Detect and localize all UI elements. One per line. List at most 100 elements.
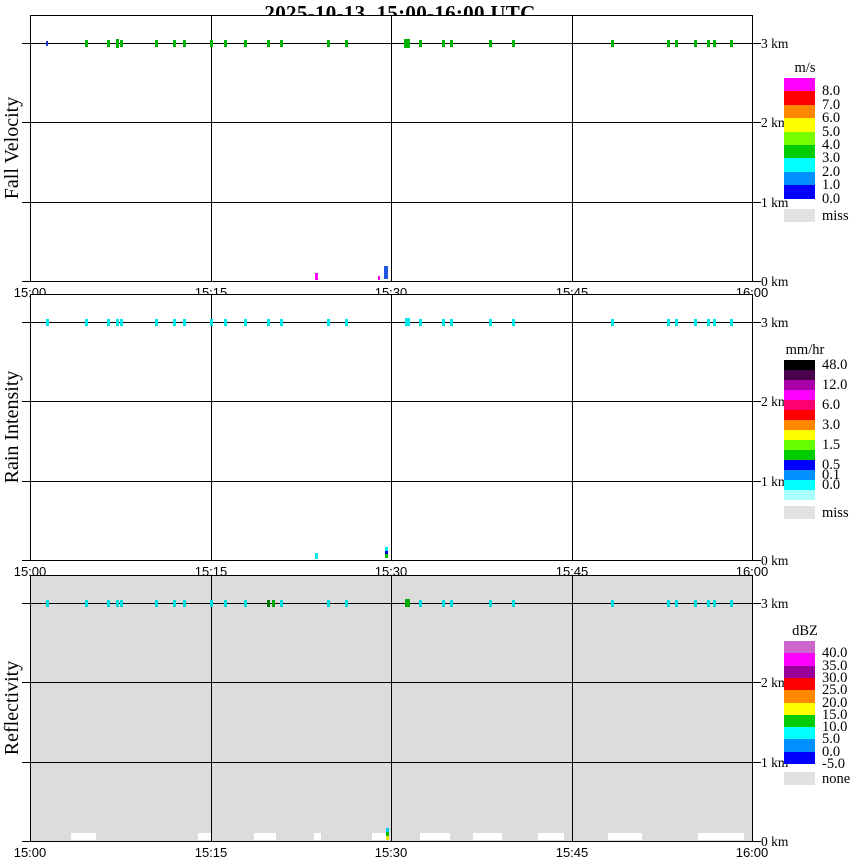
axis-tick-left <box>22 202 30 203</box>
echo-mark <box>442 319 445 326</box>
echo-mark <box>120 600 123 607</box>
panel-label-rain-intensity: Rain Intensity <box>1 370 23 484</box>
y-axis-label: 3 km <box>761 596 789 611</box>
echo-mark <box>224 600 227 607</box>
legend-band-label: 12.0 <box>822 377 848 393</box>
echo-mark <box>345 600 348 607</box>
no-data-gap <box>71 833 96 840</box>
surface-echo-mark <box>315 553 318 559</box>
legend-band <box>784 360 815 370</box>
echo-mark <box>327 600 330 607</box>
legend-band <box>784 666 815 678</box>
echo-mark <box>46 41 48 46</box>
echo-mark <box>173 40 176 47</box>
echo-mark <box>675 600 678 607</box>
axis-tick-left <box>22 401 30 402</box>
gridline-horizontal <box>31 43 752 44</box>
echo-mark <box>512 40 515 47</box>
legend-band <box>784 460 815 470</box>
echo-mark <box>512 319 515 326</box>
legend-band <box>784 490 815 500</box>
axis-tick-right <box>752 122 761 123</box>
echo-mark <box>327 319 330 326</box>
echo-mark <box>419 319 422 326</box>
echo-mark <box>183 600 186 607</box>
gridline-horizontal <box>31 322 752 323</box>
legend-band <box>784 450 815 460</box>
echo-mark <box>244 600 247 607</box>
echo-mark <box>450 600 453 607</box>
legend-band <box>784 91 815 105</box>
echo-mark <box>675 40 678 47</box>
no-data-gap <box>698 833 744 840</box>
echo-mark <box>713 319 716 326</box>
axis-tick-right <box>752 762 761 763</box>
legend-band-label: 1.5 <box>822 437 841 453</box>
echo-mark <box>116 600 119 607</box>
legend-band <box>784 400 815 410</box>
echo-mark <box>489 40 492 47</box>
legend-band <box>784 739 815 752</box>
axis-tick-right <box>752 202 761 203</box>
legend-band <box>784 380 815 390</box>
legend-band <box>784 145 815 158</box>
legend-band-label: 3.0 <box>822 417 841 433</box>
echo-mark <box>155 40 158 47</box>
echo-mark <box>707 319 710 326</box>
echo-mark <box>667 600 670 607</box>
echo-mark <box>280 40 283 47</box>
legend-miss-swatch <box>784 209 815 222</box>
echo-mark <box>155 319 158 326</box>
legend-band <box>784 118 815 132</box>
legend-miss-label: none <box>822 771 850 787</box>
axis-tick-left <box>22 322 30 323</box>
axis-tick-left <box>22 481 30 482</box>
echo-mark <box>183 319 186 326</box>
gridline-vertical <box>572 16 573 281</box>
x-axis-label: 15:45 <box>555 845 589 860</box>
echo-mark <box>244 40 247 47</box>
legend-band <box>784 172 815 185</box>
axis-tick-left <box>22 122 30 123</box>
echo-mark <box>450 319 453 326</box>
legend-band <box>784 78 815 91</box>
x-axis-label: 15:15 <box>194 845 228 860</box>
echo-mark <box>116 39 119 48</box>
echo-mark <box>210 319 213 326</box>
echo-mark <box>405 599 410 607</box>
legend-miss-label: miss <box>822 505 849 521</box>
panel-label-fall-velocity: Fall Velocity <box>1 96 23 200</box>
legend-band <box>784 410 815 420</box>
surface-echo-mark <box>385 554 388 558</box>
echo-mark <box>730 319 733 326</box>
echo-mark <box>489 319 492 326</box>
surface-echo-mark <box>386 836 389 840</box>
echo-mark <box>267 40 270 47</box>
echo-mark <box>713 600 716 607</box>
echo-mark <box>267 319 270 326</box>
legend-band <box>784 703 815 715</box>
legend-band <box>784 132 815 145</box>
gridline-horizontal <box>31 122 752 123</box>
axis-tick-right <box>752 281 761 282</box>
echo-mark <box>345 40 348 47</box>
axis-tick-left <box>22 281 30 282</box>
legend-band <box>784 690 815 703</box>
echo-mark <box>183 40 186 47</box>
legend-miss-label: miss <box>822 208 849 224</box>
echo-mark <box>280 600 283 607</box>
legend-band <box>784 430 815 440</box>
echo-mark <box>224 319 227 326</box>
legend-band <box>784 715 815 727</box>
gridline-vertical <box>391 576 392 841</box>
gridline-vertical <box>391 16 392 281</box>
surface-echo-mark <box>315 273 318 280</box>
gridline-horizontal <box>31 762 752 763</box>
echo-mark <box>611 40 614 47</box>
legend-band <box>784 185 815 199</box>
no-data-gap <box>372 833 386 840</box>
echo-mark <box>107 319 110 326</box>
no-data-gap <box>608 833 642 840</box>
no-data-gap <box>473 833 502 840</box>
gridline-horizontal <box>31 682 752 683</box>
